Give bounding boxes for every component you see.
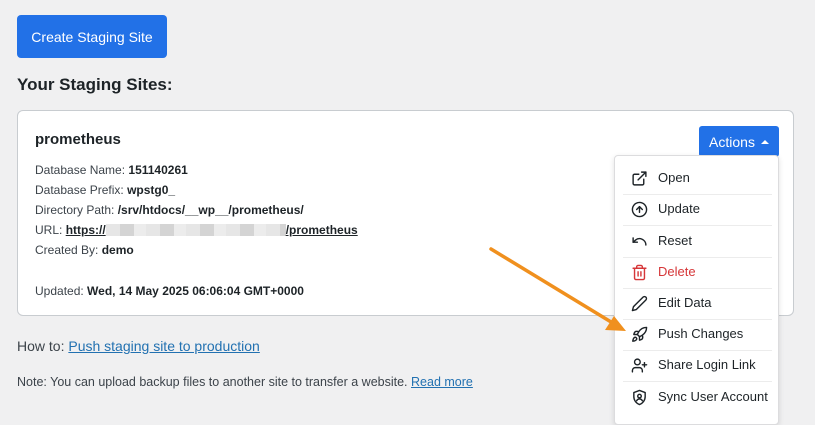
pencil-icon xyxy=(631,295,648,312)
note-text: Note: You can upload backup files to ano… xyxy=(17,375,408,389)
url-row: URL: https:// /prometheus xyxy=(35,222,358,238)
menu-item-edit-data[interactable]: Edit Data xyxy=(615,288,780,319)
site-url-link[interactable]: https:// /prometheus xyxy=(66,223,358,237)
menu-item-sync-user-account[interactable]: Sync User Account xyxy=(615,382,780,413)
menu-item-label: Delete xyxy=(658,264,696,279)
directory-path-label: Directory Path: xyxy=(35,203,115,217)
menu-item-push-changes[interactable]: Push Changes xyxy=(615,319,780,350)
menu-item-label: Open xyxy=(658,170,690,185)
menu-item-label: Reset xyxy=(658,233,692,248)
created-by-label: Created By: xyxy=(35,243,99,257)
created-by-value: demo xyxy=(101,243,134,257)
menu-item-open[interactable]: Open xyxy=(615,163,780,194)
external-link-icon xyxy=(631,170,648,187)
howto-prefix: How to: xyxy=(17,338,65,354)
url-suffix: /prometheus xyxy=(285,223,358,237)
howto-line: How to: Push staging site to production xyxy=(17,338,260,354)
rocket-icon xyxy=(631,326,648,343)
menu-item-label: Push Changes xyxy=(658,326,744,341)
menu-item-delete[interactable]: Delete xyxy=(615,257,780,288)
database-name-row: Database Name: 151140261 xyxy=(35,162,188,178)
section-title: Your Staging Sites: xyxy=(17,75,173,94)
trash-icon xyxy=(631,264,648,281)
created-by-row: Created By: demo xyxy=(35,242,134,258)
updated-value: Wed, 14 May 2025 06:06:04 GMT+0000 xyxy=(87,284,304,298)
directory-path-row: Directory Path: /srv/htdocs/__wp__/prome… xyxy=(35,202,304,218)
database-name-label: Database Name: xyxy=(35,163,126,177)
caret-up-icon xyxy=(760,139,769,144)
user-plus-icon xyxy=(631,357,648,374)
arrow-up-circle-icon xyxy=(631,201,648,218)
database-name-value: 151140261 xyxy=(128,163,188,177)
note-line: Note: You can upload backup files to ano… xyxy=(17,375,473,389)
push-to-production-link[interactable]: Push staging site to production xyxy=(68,338,259,354)
menu-item-label: Update xyxy=(658,201,700,216)
menu-item-label: Sync User Account xyxy=(658,389,768,404)
menu-item-update[interactable]: Update xyxy=(615,194,780,225)
read-more-link[interactable]: Read more xyxy=(411,375,473,389)
site-name: prometheus xyxy=(35,131,121,148)
actions-button[interactable]: Actions xyxy=(699,126,779,157)
url-prefix: https:// xyxy=(65,223,106,237)
database-prefix-label: Database Prefix: xyxy=(35,183,124,197)
updated-row: Updated: Wed, 14 May 2025 06:06:04 GMT+0… xyxy=(35,283,304,299)
redacted-domain xyxy=(105,224,286,236)
menu-item-label: Share Login Link xyxy=(658,357,756,372)
menu-item-share-login-link[interactable]: Share Login Link xyxy=(615,350,780,381)
database-prefix-value: wpstg0_ xyxy=(127,183,176,197)
url-label: URL: xyxy=(35,223,63,237)
create-staging-site-button[interactable]: Create Staging Site xyxy=(17,15,167,58)
menu-item-reset[interactable]: Reset xyxy=(615,226,780,257)
menu-item-label: Edit Data xyxy=(658,295,712,310)
user-shield-icon xyxy=(631,389,648,406)
database-prefix-row: Database Prefix: wpstg0_ xyxy=(35,182,175,198)
undo-icon xyxy=(631,233,648,250)
actions-label: Actions xyxy=(709,133,755,150)
updated-label: Updated: xyxy=(35,284,84,298)
actions-dropdown-menu: Open Update Reset Delete Edit Data Push … xyxy=(614,155,779,425)
directory-path-value: /srv/htdocs/__wp__/prometheus/ xyxy=(117,203,304,217)
